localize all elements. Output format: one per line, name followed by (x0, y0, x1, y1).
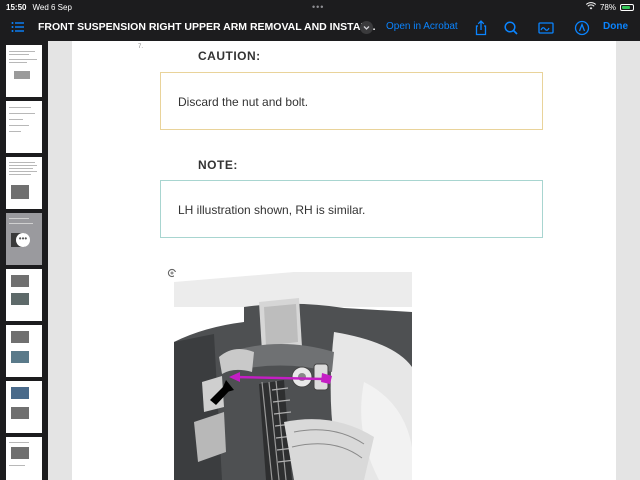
page-thumbnail[interactable] (6, 101, 42, 153)
note-heading: NOTE: (198, 158, 238, 172)
battery-icon (620, 3, 634, 11)
document-title[interactable]: FRONT SUSPENSION RIGHT UPPER ARM REMOVAL… (38, 21, 376, 33)
suspension-illustration (174, 272, 412, 480)
page-thumbnail[interactable] (6, 381, 42, 433)
list-icon[interactable] (10, 19, 26, 35)
more-icon[interactable]: ••• (16, 233, 30, 247)
page-thumbnail[interactable] (6, 157, 42, 209)
status-date: Wed 6 Sep (32, 2, 72, 12)
status-right: 78% (585, 2, 634, 12)
chevron-down-icon[interactable] (360, 21, 373, 34)
sign-icon[interactable] (537, 19, 555, 37)
done-button[interactable]: Done (603, 21, 628, 32)
toolbar: FRONT SUSPENSION RIGHT UPPER ARM REMOVAL… (0, 14, 640, 41)
multitasking-dots[interactable]: ••• (312, 2, 324, 12)
status-time: 15:50 (6, 2, 27, 12)
search-icon[interactable] (502, 19, 520, 37)
page-thumbnail[interactable] (6, 269, 42, 321)
page-thumbnail[interactable] (6, 45, 42, 97)
annotate-icon[interactable] (573, 19, 591, 37)
page-mark: 7. (138, 44, 144, 50)
caution-box: Discard the nut and bolt. (160, 72, 543, 130)
note-box: LH illustration shown, RH is similar. (160, 180, 543, 238)
page-thumbnail-sidebar: ••• (0, 41, 48, 480)
page-thumbnail[interactable] (6, 437, 42, 480)
caution-text: Discard the nut and bolt. (178, 95, 309, 109)
caution-heading: CAUTION: (198, 49, 261, 63)
page-thumbnail[interactable] (6, 325, 42, 377)
status-bar: 15:50 Wed 6 Sep ••• 78% (0, 0, 640, 14)
battery-percent: 78% (599, 2, 616, 12)
open-in-acrobat-button[interactable]: Open in Acrobat (386, 21, 458, 32)
share-icon[interactable] (472, 19, 490, 37)
note-text: LH illustration shown, RH is similar. (178, 203, 366, 217)
battery-fill (622, 5, 630, 9)
wifi-icon (585, 2, 597, 12)
page-thumbnail-selected[interactable]: ••• (6, 213, 42, 265)
